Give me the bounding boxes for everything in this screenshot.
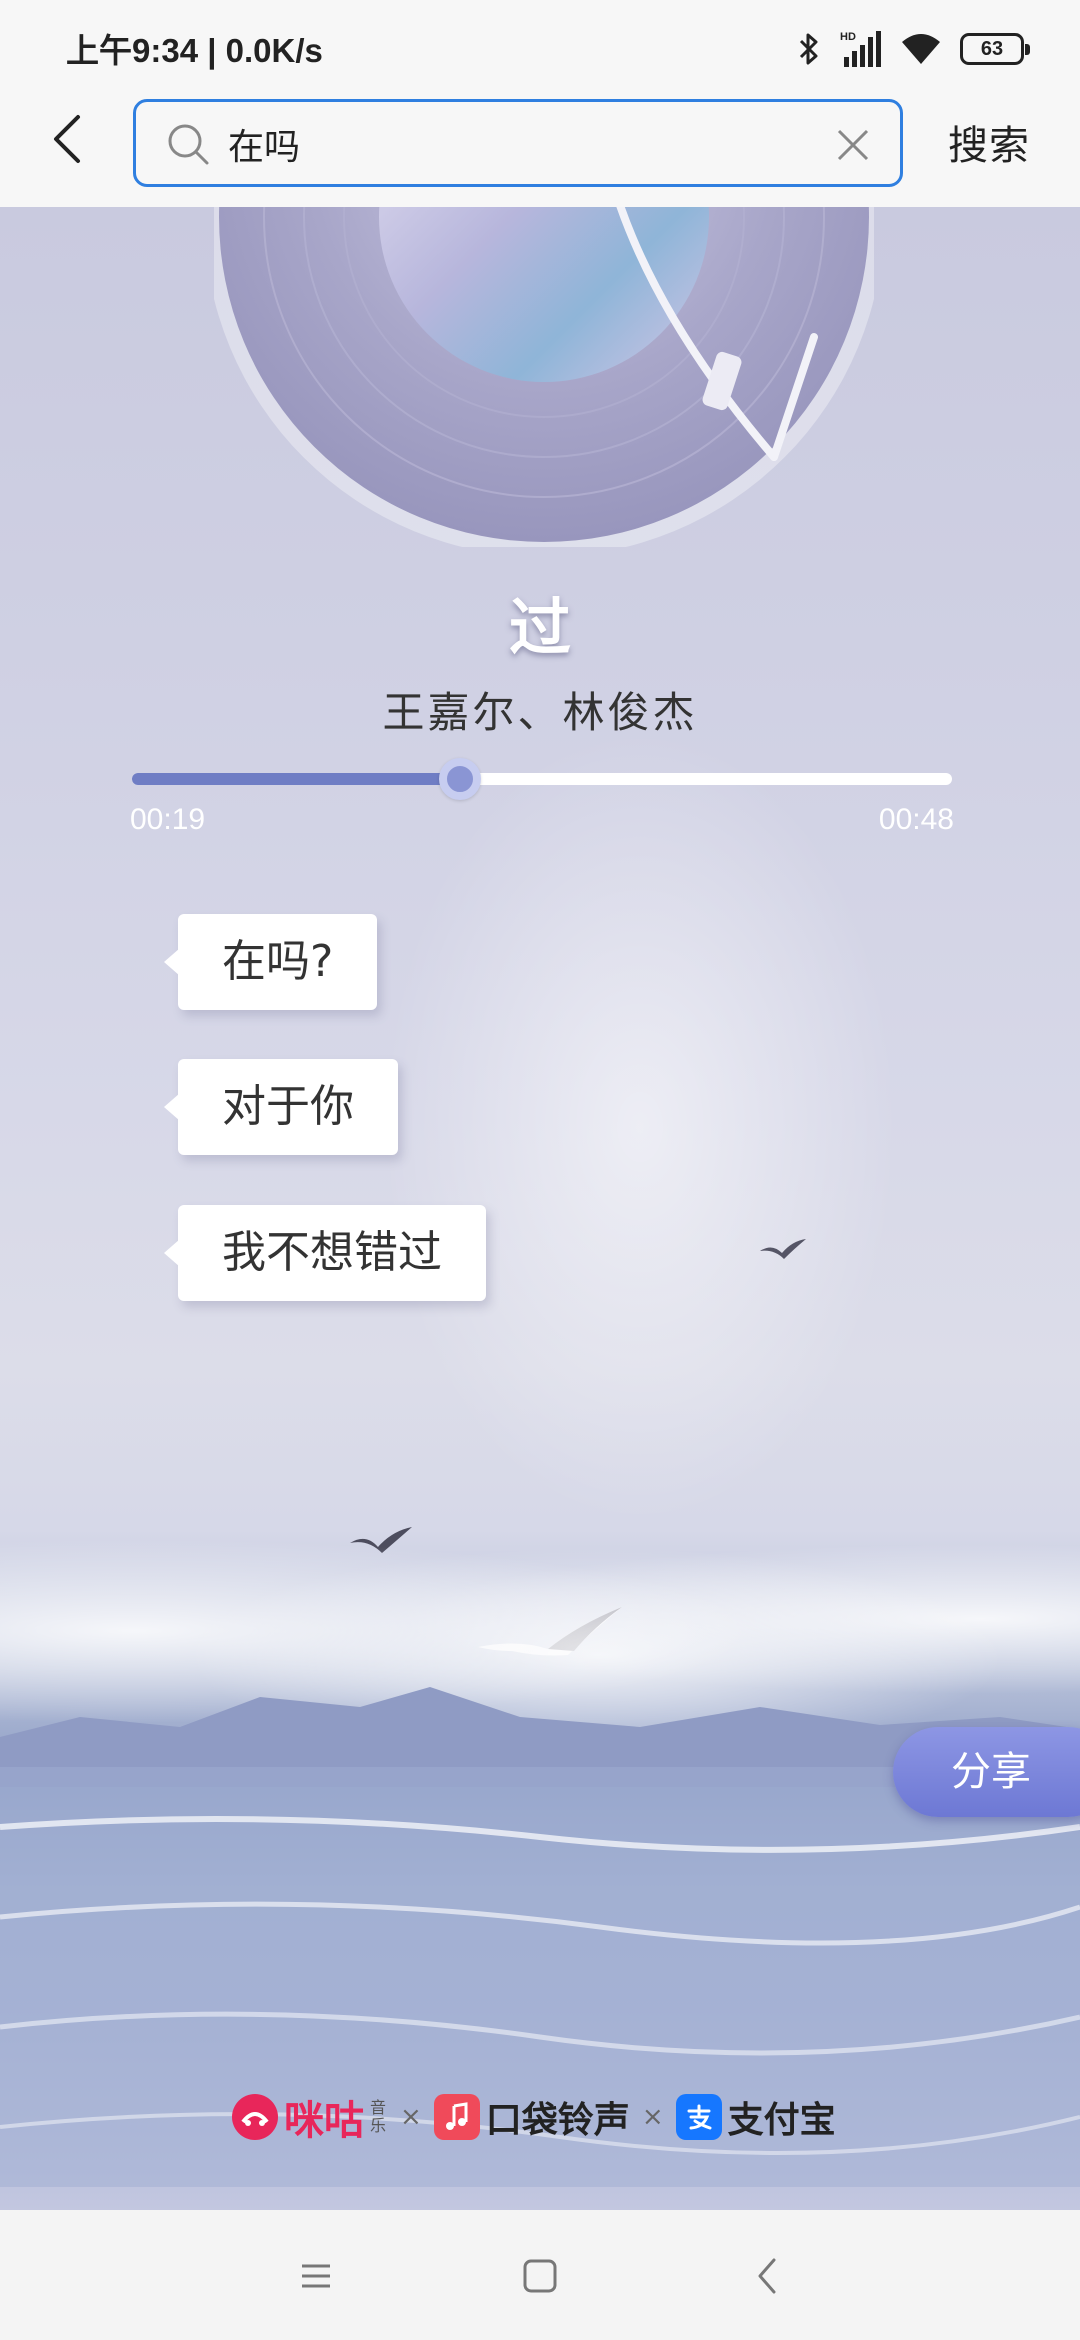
- clear-icon[interactable]: [834, 126, 872, 164]
- svg-text:HD: HD: [840, 31, 856, 43]
- search-icon: [168, 124, 209, 165]
- music-note-icon: [433, 2094, 480, 2140]
- chat-bubble-2: 对于你: [164, 1059, 398, 1155]
- status-icons: HD 63: [798, 28, 1030, 70]
- system-nav-bar: [0, 2210, 1080, 2340]
- progress-thumb[interactable]: [439, 758, 481, 800]
- wifi-icon: [902, 34, 940, 64]
- home-icon[interactable]: [512, 2248, 568, 2304]
- current-time: 00:19: [130, 803, 206, 836]
- share-button[interactable]: 分享: [893, 1727, 1080, 1817]
- search-button[interactable]: 搜索: [948, 113, 1030, 171]
- progress-bar[interactable]: [132, 758, 952, 800]
- back-icon[interactable]: [740, 2248, 796, 2304]
- migu-brand-text: 咪咕: [284, 2098, 364, 2144]
- sky-glow: [380, 727, 900, 1527]
- song-artist: 王嘉尔、林俊杰: [382, 688, 698, 737]
- brand-separator: ×: [400, 2102, 422, 2132]
- back-button[interactable]: [38, 109, 98, 169]
- bluetooth-icon: [799, 33, 818, 65]
- bird-icon: [760, 1239, 806, 1259]
- pocket-ringtone-text: 口袋铃声: [485, 2100, 630, 2141]
- battery-icon: 63: [960, 33, 1030, 65]
- migu-brand-sub: 音乐: [370, 2098, 387, 2135]
- status-bar: 上午9:34 | 0.0K/s HD 63: [0, 0, 1080, 95]
- battery-level: 63: [980, 37, 1004, 60]
- chevron-left-icon: [54, 115, 80, 163]
- vinyl-record-image: [214, 207, 874, 547]
- chat-bubble-3: 我不想错过: [164, 1205, 486, 1301]
- status-time-speed: 上午9:34 | 0.0K/s: [66, 32, 323, 69]
- brand-strip: 咪咕 音乐 × 口袋铃声 × 支付宝: [232, 2089, 836, 2145]
- pocket-ringtone-logo: 口袋铃声: [433, 2091, 630, 2143]
- hd-signal-icon: HD: [840, 31, 881, 67]
- song-poster: 过 王嘉尔、林俊杰 00:19 00:48 在吗? 对于你 我不想错过 分享 咪…: [0, 207, 1080, 2210]
- alipay-icon: [675, 2094, 722, 2140]
- search-input[interactable]: [228, 116, 808, 172]
- progress-fill: [132, 773, 460, 785]
- menu-icon[interactable]: [288, 2248, 344, 2304]
- song-title: 过: [508, 591, 571, 664]
- brand-separator: ×: [641, 2102, 664, 2132]
- search-header: 搜索: [0, 95, 1080, 207]
- alipay-logo: 支付宝: [675, 2091, 836, 2143]
- chat-bubble-1: 在吗?: [163, 914, 378, 1010]
- total-time: 00:48: [878, 803, 954, 836]
- migu-icon: [232, 2094, 278, 2140]
- search-box[interactable]: [133, 99, 903, 187]
- alipay-text: 支付宝: [727, 2100, 836, 2141]
- migu-logo: 咪咕 音乐: [232, 2088, 388, 2146]
